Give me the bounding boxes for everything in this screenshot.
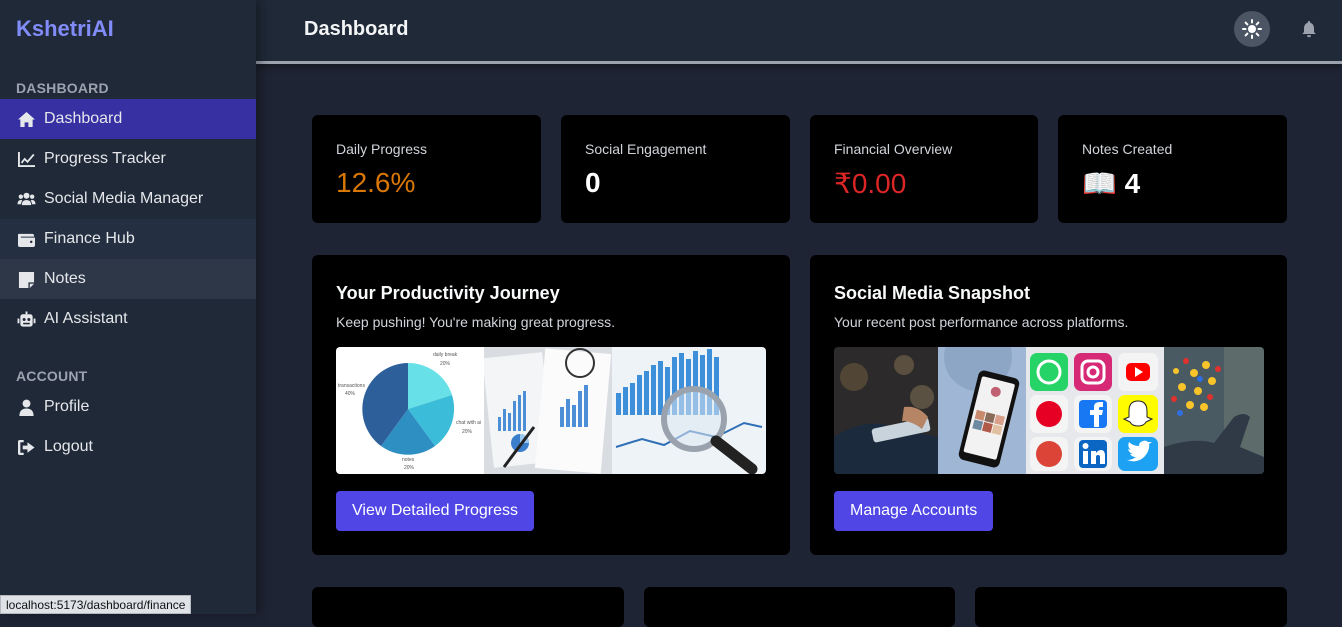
stat-value: 📖 4 [1082,168,1141,199]
card-title: Social Media Snapshot [834,283,1031,303]
page-title: Dashboard [304,18,409,40]
logout-icon [16,438,36,456]
pie-label: 20% [404,465,415,471]
magnifier-analytics-image [612,347,766,474]
social-app-icons-image [1026,347,1164,474]
user-icon [16,398,36,416]
home-icon [16,110,36,128]
sidebar-item-logout[interactable]: Logout [0,427,256,467]
notification-button[interactable] [1300,20,1318,38]
stat-label: Daily Progress [336,141,428,157]
tablet-hand-image [834,347,938,474]
stat-label: Financial Overview [834,141,953,157]
card-title: Your Productivity Journey [336,283,560,303]
sun-icon [1242,19,1262,39]
sidebar-item-label: Dashboard [44,110,123,127]
stat-label: Social Engagement [585,141,707,157]
social-media-image [834,347,1264,474]
card-subtitle: Your recent post performance across plat… [834,314,1129,330]
report-documents-image [484,347,612,474]
sidebar-item-label: Finance Hub [44,230,135,247]
stat-card-financial-overview: Financial Overview ₹0.00 [810,115,1038,223]
sticky-note-icon [16,270,36,288]
section-label-dashboard: DASHBOARD [16,80,109,96]
pie-label: transactions [338,383,365,389]
stat-value: 12.6% [336,167,416,198]
brand-logo[interactable]: KshetriAI [16,16,114,42]
sidebar-item-profile[interactable]: Profile [0,387,256,427]
stat-label: Notes Created [1082,141,1173,157]
stat-value: 0 [585,167,601,198]
sidebar-item-ai-assistant[interactable]: AI Assistant [0,299,256,339]
sidebar-item-label: Logout [44,438,93,455]
top-header: Dashboard [256,0,1342,64]
sidebar-item-label: Progress Tracker [44,150,166,167]
chart-line-icon [16,150,36,168]
bottom-card-2 [644,587,955,627]
smartphone-image [938,347,1026,474]
productivity-image: daily break 20% transactions 40% chat wi… [336,347,766,474]
social-media-snapshot-card: Social Media Snapshot Your recent post p… [810,255,1287,555]
bottom-card-3 [975,587,1287,627]
pie-label: chat with ai [456,420,481,426]
emoji-reactions-image [1164,347,1264,474]
productivity-journey-card: Your Productivity Journey Keep pushing! … [312,255,790,555]
card-subtitle: Keep pushing! You're making great progre… [336,314,615,330]
view-detailed-progress-button[interactable]: View Detailed Progress [336,491,535,531]
sidebar-item-progress-tracker[interactable]: Progress Tracker [0,139,256,179]
sidebar-item-label: AI Assistant [44,310,128,327]
sidebar-item-finance-hub[interactable]: Finance Hub [0,219,256,259]
users-icon [16,190,36,208]
stat-value: ₹0.00 [834,168,907,199]
pie-chart-image: daily break 20% transactions 40% chat wi… [336,347,484,474]
pie-label: notes [402,457,415,463]
stat-card-notes-created: Notes Created 📖 4 [1058,115,1287,223]
pie-label: 40% [345,391,356,397]
browser-status-url: localhost:5173/dashboard/finance [0,595,192,614]
robot-icon [16,310,36,328]
sidebar-item-label: Social Media Manager [44,190,204,207]
sidebar-item-social-media-manager[interactable]: Social Media Manager [0,179,256,219]
stat-card-daily-progress: Daily Progress 12.6% [312,115,541,223]
sidebar-item-label: Notes [44,270,86,287]
sidebar: KshetriAI DASHBOARD Dashboard Progress T… [0,0,256,614]
sidebar-item-notes[interactable]: Notes [0,259,256,299]
pie-label: 20% [462,429,473,435]
bell-icon [1302,21,1316,38]
wallet-icon [16,230,36,248]
pie-label: 20% [440,361,451,367]
manage-accounts-button[interactable]: Manage Accounts [834,491,994,531]
pie-label: daily break [433,352,458,358]
bottom-card-1 [312,587,624,627]
section-label-account: ACCOUNT [16,368,88,384]
sidebar-item-dashboard[interactable]: Dashboard [0,99,256,139]
theme-toggle-button[interactable] [1234,11,1270,47]
sidebar-item-label: Profile [44,398,90,415]
stat-card-social-engagement: Social Engagement 0 [561,115,790,223]
